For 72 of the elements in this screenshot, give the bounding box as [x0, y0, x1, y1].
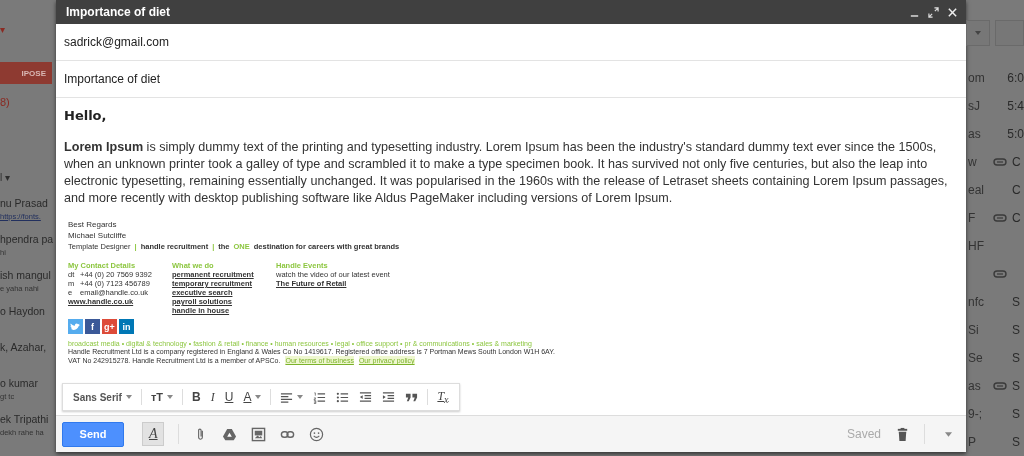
- close-icon[interactable]: [947, 6, 958, 18]
- signature-regards: Best Regards: [68, 219, 118, 230]
- window-title: Importance of diet: [66, 5, 171, 19]
- sender-name[interactable]: nu Prasad: [0, 197, 48, 209]
- body-paragraph: Lorem Ipsum is simply dummy text of the printing and typesetting industry. Lorem Ipsum has been the industry's standard dummy text ever since the 1500s, when an unknown printer took a galley of type and scrambled it to make a type specimen book. It has survived not only five centuries, but also the leap into electronic typesetting, remaining essentially unchanged. It was popularised in the 1960s with the release of Letraset sheets containing Lorem Ipsum passages, and more recently with desktop publishing software like Aldus PageMaker including versions of Lorem Ipsum.: [64, 139, 949, 207]
- message-date: C: [1012, 211, 1021, 225]
- sender-name[interactable]: ek Tripathi: [0, 413, 49, 425]
- align-left-icon: [280, 390, 294, 404]
- dropdown-caret[interactable]: ▾: [0, 24, 56, 36]
- message-subject[interactable]: Se: [966, 351, 988, 365]
- social-logo-icon[interactable]: g+: [102, 319, 117, 334]
- formatting-toggle[interactable]: A: [142, 422, 164, 446]
- bold-button[interactable]: B: [188, 388, 205, 406]
- message-date: S: [1012, 351, 1020, 365]
- more-options-caret-icon[interactable]: [945, 431, 952, 437]
- dropdown-caret-icon: [297, 395, 304, 399]
- subject-field[interactable]: Importance of diet: [64, 72, 161, 86]
- send-button[interactable]: Send: [62, 421, 124, 447]
- social-logo-icon[interactable]: f: [85, 319, 100, 334]
- message-date: C: [1012, 183, 1021, 197]
- greeting-text: Hello,: [64, 108, 108, 123]
- triangle-icon[interactable]: [222, 426, 237, 442]
- color-button[interactable]: A: [239, 388, 266, 406]
- sender-name[interactable]: k, Azahar,: [0, 341, 47, 353]
- sender-name[interactable]: hpendra pa: [0, 233, 54, 245]
- message-subject[interactable]: Si: [966, 323, 988, 337]
- dropdown-caret-icon: [125, 395, 132, 399]
- sender-name[interactable]: ish mangul: [0, 269, 51, 281]
- message-date: 6:0: [1007, 71, 1024, 85]
- message-subject[interactable]: eal: [966, 183, 988, 197]
- dropdown-caret-icon: [167, 395, 174, 399]
- signature-name: Michael Sutcliffe: [68, 230, 128, 241]
- clear-button[interactable]: T$_{x}$: [433, 386, 453, 408]
- numbered-list-icon: [313, 390, 327, 404]
- message-subject[interactable]: F: [966, 211, 988, 225]
- message-date: S: [1012, 379, 1020, 393]
- message-subject[interactable]: 9-;: [966, 407, 988, 421]
- message-subject[interactable]: HF: [966, 239, 988, 253]
- trash-icon[interactable]: [895, 426, 910, 442]
- message-date: 5:4: [1007, 99, 1024, 113]
- saved-status: Saved: [846, 427, 881, 441]
- social-logo-icon[interactable]: in: [119, 319, 134, 334]
- message-date: S: [1012, 435, 1020, 449]
- photo-icon[interactable]: [251, 426, 266, 442]
- size-button[interactable]: ᴛT: [146, 389, 178, 405]
- message-subject[interactable]: om: [966, 71, 986, 85]
- italic-button[interactable]: I: [206, 387, 219, 407]
- dropdown-caret-icon: [255, 395, 262, 399]
- smiley-icon[interactable]: [309, 426, 324, 442]
- message-subject[interactable]: nfc: [966, 295, 988, 309]
- message-subject[interactable]: P: [966, 435, 988, 449]
- message-date: S: [1012, 407, 1020, 421]
- inbox-count: 8): [0, 96, 11, 108]
- underline-button[interactable]: U: [220, 388, 238, 406]
- message-subject[interactable]: as: [966, 379, 988, 393]
- recipient-field[interactable]: sadrick@gmail.com: [64, 35, 169, 49]
- message-date: S: [1012, 295, 1020, 309]
- bulleted-list-icon: [336, 390, 350, 404]
- sender-name[interactable]: o kumar: [0, 377, 38, 389]
- compose-button[interactable]: IPOSE: [0, 62, 52, 84]
- message-date: C: [1012, 155, 1021, 169]
- expand-icon[interactable]: [928, 6, 939, 18]
- caret-icon: [974, 31, 981, 35]
- sender-name[interactable]: o Haydon: [0, 305, 45, 317]
- message-date: S: [1012, 323, 1020, 337]
- outdent-icon: [359, 390, 373, 404]
- message-subject[interactable]: as: [966, 127, 986, 141]
- message-subject[interactable]: w: [966, 155, 988, 169]
- indent-icon: [382, 390, 396, 404]
- message-subject[interactable]: sJ: [966, 99, 986, 113]
- message-date: 5:0: [1007, 127, 1024, 141]
- font-button[interactable]: Sans Serif: [69, 389, 136, 405]
